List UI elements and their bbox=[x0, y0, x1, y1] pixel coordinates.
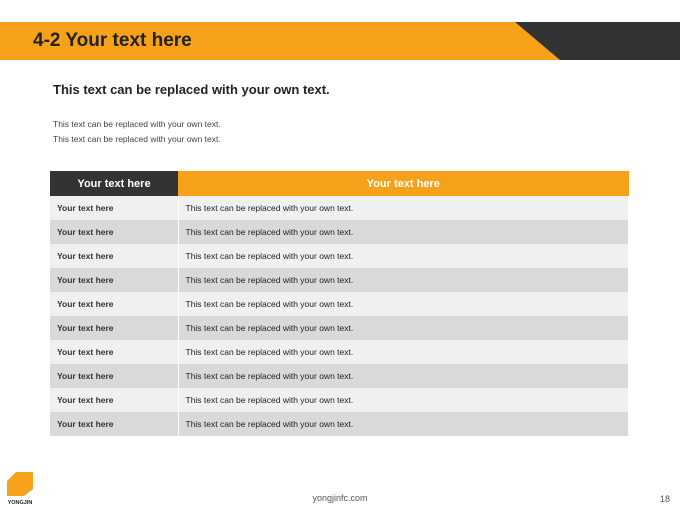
table-row: Your text here This text can be replaced… bbox=[50, 388, 629, 412]
description-line-2: This text can be replaced with your own … bbox=[53, 134, 221, 144]
title-bar: 4-2 Your text here bbox=[0, 22, 680, 60]
table-row: Your text here This text can be replaced… bbox=[50, 340, 629, 364]
table-header-cell-2: Your text here bbox=[178, 171, 629, 196]
description-line-1: This text can be replaced with your own … bbox=[53, 119, 221, 129]
table-row: Your text here This text can be replaced… bbox=[50, 220, 629, 244]
row-value: This text can be replaced with your own … bbox=[178, 268, 629, 292]
row-key: Your text here bbox=[50, 268, 179, 292]
page-number: 18 bbox=[659, 494, 670, 504]
row-value: This text can be replaced with your own … bbox=[178, 364, 629, 388]
row-key: Your text here bbox=[50, 316, 179, 340]
row-key: Your text here bbox=[50, 244, 179, 268]
content-table: Your text here Your text here Your text … bbox=[50, 171, 629, 436]
row-key: Your text here bbox=[50, 412, 179, 436]
row-value: This text can be replaced with your own … bbox=[178, 244, 629, 268]
row-key: Your text here bbox=[50, 196, 179, 220]
page-title: 4-2 Your text here bbox=[33, 30, 192, 51]
title-bar-dark-accent bbox=[515, 22, 680, 60]
table-header-row: Your text here Your text here bbox=[50, 171, 629, 196]
row-value: This text can be replaced with your own … bbox=[178, 412, 629, 436]
row-value: This text can be replaced with your own … bbox=[178, 220, 629, 244]
footer-url: yongjinfc.com bbox=[312, 493, 368, 503]
table-header-cell-1: Your text here bbox=[50, 171, 178, 196]
row-value: This text can be replaced with your own … bbox=[178, 292, 629, 316]
row-value: This text can be replaced with your own … bbox=[178, 340, 629, 364]
table-row: Your text here This text can be replaced… bbox=[50, 268, 629, 292]
row-key: Your text here bbox=[50, 340, 179, 364]
table-row: Your text here This text can be replaced… bbox=[50, 316, 629, 340]
row-value: This text can be replaced with your own … bbox=[178, 388, 629, 412]
row-key: Your text here bbox=[50, 388, 179, 412]
row-value: This text can be replaced with your own … bbox=[178, 196, 629, 220]
table-row: Your text here This text can be replaced… bbox=[50, 196, 629, 220]
table-row: Your text here This text can be replaced… bbox=[50, 244, 629, 268]
table-row: Your text here This text can be replaced… bbox=[50, 364, 629, 388]
subtitle: This text can be replaced with your own … bbox=[53, 82, 330, 97]
table-row: Your text here This text can be replaced… bbox=[50, 292, 629, 316]
table-row: Your text here This text can be replaced… bbox=[50, 412, 629, 436]
row-key: Your text here bbox=[50, 364, 179, 388]
row-key: Your text here bbox=[50, 220, 179, 244]
row-key: Your text here bbox=[50, 292, 179, 316]
row-value: This text can be replaced with your own … bbox=[178, 316, 629, 340]
